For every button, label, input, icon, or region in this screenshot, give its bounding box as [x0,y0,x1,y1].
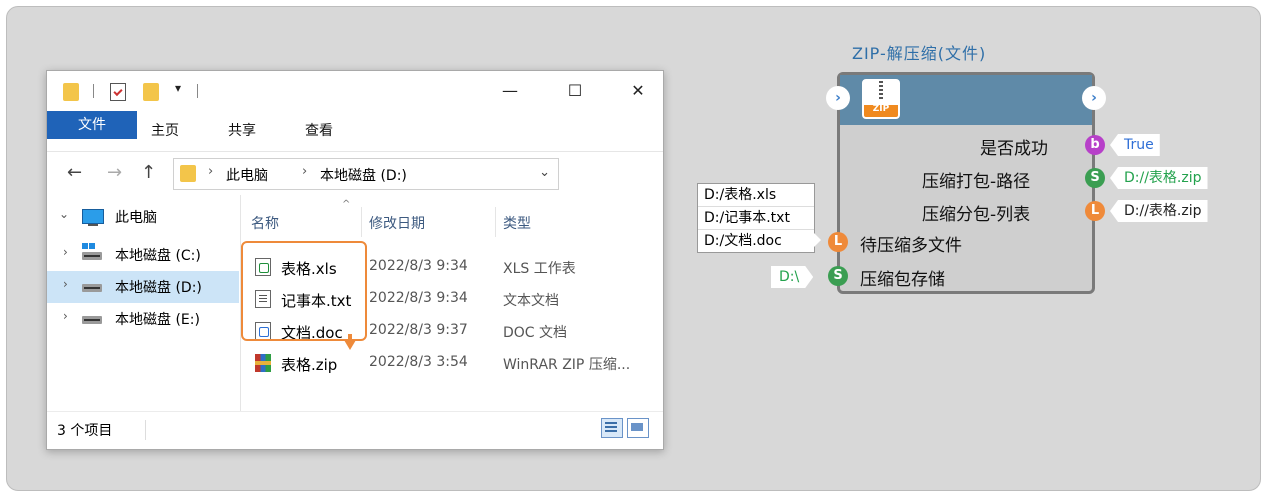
close-button[interactable]: ✕ [615,75,661,105]
input-file-list: D:/表格.xls D:/记事本.txt D:/文档.doc [697,183,815,253]
output-pin-string[interactable]: S [1085,168,1105,188]
list-connector [813,232,821,248]
node-header[interactable]: ZIP [840,75,1092,125]
new-folder-icon[interactable] [143,83,159,101]
file-type: DOC 文档 [503,325,568,341]
chevron-right-icon[interactable]: › [63,277,68,291]
drive-icon [82,284,102,292]
up-button[interactable]: ↑ [141,162,156,183]
file-row[interactable]: 表格.zip 2022/8/3 3:54 WinRAR ZIP 压缩... [241,347,663,379]
address-row: ← → ↑ › 此电脑 › 本地磁盘 (D:) ⌄ [47,151,663,196]
chevron-down-icon[interactable]: ⌄ [539,165,550,180]
drive-icon [82,243,102,260]
breadcrumb-separator: › [302,164,308,179]
sort-ascending-icon: ^ [342,199,351,210]
file-date: 2022/8/3 9:34 [369,258,468,274]
file-type: WinRAR ZIP 压缩... [503,357,631,373]
maximize-button[interactable]: ☐ [552,75,598,105]
tab-view[interactable]: 查看 [305,119,333,143]
column-header-name[interactable]: 名称 [251,213,279,233]
column-separator[interactable] [495,207,496,237]
file-name: 表格.zip [281,356,338,374]
ribbon-tabs: 文件 主页 共享 查看 [47,111,663,147]
tree-item-label: 本地磁盘 (C:) [115,248,201,264]
output-value-success: True [1110,134,1160,156]
breadcrumb-separator: › [208,164,214,179]
minimize-button[interactable]: — [487,75,533,105]
tab-share[interactable]: 共享 [228,119,256,143]
drive-icon [82,316,102,324]
file-type: XLS 工作表 [503,261,576,277]
tree-item-disk-d[interactable]: › 本地磁盘 (D:) [47,271,239,303]
zip-icon-label: ZIP [872,104,890,114]
exec-output-port[interactable]: › [1082,86,1106,110]
input-value-storage: D:\ [771,266,813,288]
title-bar: ▾ — ☐ ✕ [47,71,663,111]
back-button[interactable]: ← [67,162,82,183]
tree-item-this-pc[interactable]: ⌄ 此电脑 [47,201,239,233]
file-date: 2022/8/3 9:34 [369,290,468,306]
tree-item-label: 本地磁盘 (D:) [115,280,202,296]
status-bar: 3 个项目 [47,411,663,450]
tree-item-label: 本地磁盘 (E:) [115,312,200,328]
tree-item-disk-e[interactable]: › 本地磁盘 (E:) [47,303,239,335]
column-header-type[interactable]: 类型 [503,213,531,233]
input-label-files: 待压缩多文件 [860,236,962,256]
file-date: 2022/8/3 9:37 [369,322,468,338]
column-separator[interactable] [361,207,362,237]
down-arrow-icon [344,334,356,350]
output-pin-bool[interactable]: b [1085,135,1105,155]
input-label-storage: 压缩包存储 [860,270,945,290]
separator [93,84,94,98]
forward-button[interactable]: → [107,162,122,183]
input-pin-list[interactable]: L [828,232,848,252]
exec-input-port[interactable]: › [826,86,850,110]
zipper-icon [879,81,883,101]
list-item: D:/表格.xls [698,184,814,207]
zip-file-icon [255,354,271,372]
separator [145,420,146,440]
item-count: 3 个项目 [57,423,113,439]
breadcrumb-local-disk-d[interactable]: 本地磁盘 (D:) [320,165,407,185]
chevron-right-icon[interactable]: › [63,245,68,259]
output-value-split-list: D://表格.zip [1110,200,1208,222]
output-label-zip-path: 压缩打包-路径 [922,172,1031,192]
tab-home[interactable]: 主页 [151,119,179,143]
properties-icon[interactable] [110,83,126,101]
file-type: 文本文档 [503,293,559,309]
output-pin-list[interactable]: L [1085,201,1105,221]
output-label-success: 是否成功 [980,139,1048,159]
folder-icon [63,83,79,101]
zip-archive-icon: ZIP [862,79,900,119]
large-icons-view-icon[interactable] [627,418,649,438]
list-item: D:/记事本.txt [698,207,814,230]
address-bar[interactable]: › 此电脑 › 本地磁盘 (D:) ⌄ [173,158,559,190]
customize-toolbar-dropdown[interactable]: ▾ [175,81,181,95]
file-date: 2022/8/3 3:54 [369,354,468,370]
breadcrumb-this-pc[interactable]: 此电脑 [226,165,268,185]
folder-icon [180,165,196,182]
column-header-date[interactable]: 修改日期 [369,213,425,233]
tree-item-label: 此电脑 [115,210,157,226]
separator [197,84,198,98]
chevron-down-icon[interactable]: ⌄ [59,207,69,221]
computer-icon [82,209,104,226]
tab-file[interactable]: 文件 [47,111,137,139]
node-title: ZIP-解压缩(文件) [852,44,987,63]
navigation-pane: ⌄ 此电脑 › 本地磁盘 (C:) › 本地磁盘 (D:) › 本地磁盘 (E:… [47,201,239,411]
list-item: D:/文档.doc [704,233,782,249]
input-pin-string[interactable]: S [828,266,848,286]
selection-highlight [241,241,367,341]
chevron-right-icon[interactable]: › [63,309,68,323]
output-label-split-list: 压缩分包-列表 [922,205,1031,225]
tree-item-disk-c[interactable]: › 本地磁盘 (C:) [47,239,239,271]
output-value-zip-path: D://表格.zip [1110,167,1208,189]
details-view-icon[interactable] [601,418,623,438]
